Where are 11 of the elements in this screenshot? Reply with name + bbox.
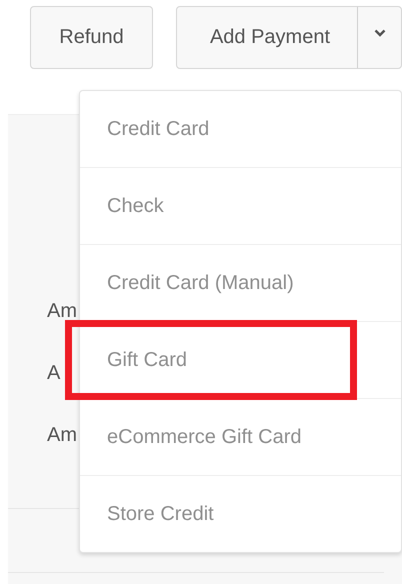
amount-label: Am — [47, 300, 77, 322]
amount-label: A — [47, 362, 60, 384]
menu-item[interactable]: eCommerce Gift Card — [80, 399, 401, 476]
menu-item[interactable]: Credit Card (Manual) — [80, 245, 401, 322]
menu-item[interactable]: Check — [80, 168, 401, 245]
amount-label: Am — [47, 424, 77, 446]
menu-item[interactable]: Credit Card — [80, 91, 401, 168]
refund-button[interactable]: Refund — [30, 6, 153, 69]
chevron-down-icon — [374, 29, 386, 37]
menu-item[interactable]: Store Credit — [80, 476, 401, 552]
add-payment-button[interactable]: Add Payment — [177, 7, 357, 68]
